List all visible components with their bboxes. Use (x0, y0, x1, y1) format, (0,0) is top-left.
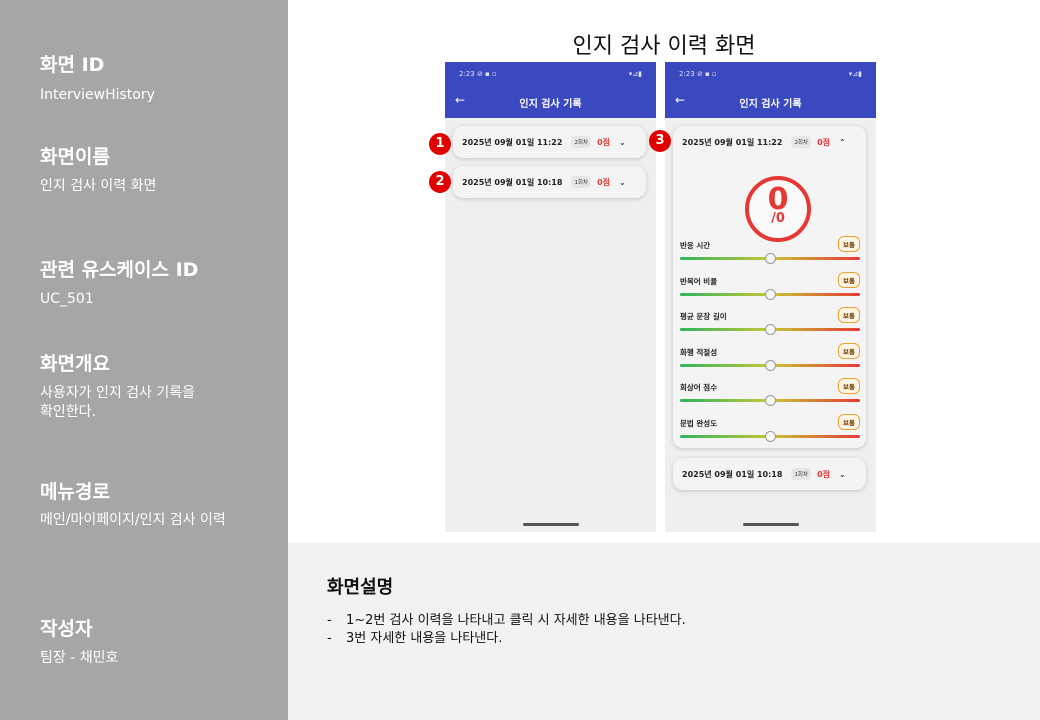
metric-label: 문법 완성도 (680, 419, 718, 428)
record-date: 2025년 09월 01일 10:18 (462, 177, 563, 187)
phone-screen-list: 2:23 ⊘ ▪ ▫ ▾⊿▮ ← 인지 검사 기록 2025년 09월 01일 … (445, 62, 656, 532)
overview-heading: 화면개요 (40, 353, 110, 375)
page-title: 인지 검사 이력 화면 (572, 34, 756, 59)
record-score: 0점 (817, 469, 830, 479)
record-score: 0점 (817, 137, 830, 147)
info-sidebar: 화면 ID InterviewHistory 화면이름 인지 검사 이력 화면 … (0, 0, 288, 720)
metric-level-tag: 보통 (838, 307, 860, 323)
record-count: 1회차 (791, 468, 812, 480)
chevron-down-icon[interactable]: ⌄ (619, 138, 626, 147)
phone-screen-detail: 2:23 ⊘ ▪ ▫ ▾⊿▮ ← 인지 검사 기록 2025년 09월 01일 … (665, 62, 876, 532)
status-time: 2:23 (459, 70, 475, 78)
metric-slider-thumb (765, 289, 776, 300)
author-heading: 작성자 (40, 618, 93, 640)
metric-slider-thumb (765, 431, 776, 442)
back-arrow-icon[interactable]: ← (675, 93, 685, 107)
metric-label: 화행 적절성 (680, 348, 718, 357)
record-card-2[interactable]: 2025년 09월 01일 10:18 1회차 0점 ⌄ (453, 166, 646, 198)
metric-slider-thumb (765, 395, 776, 406)
annotation-badge-1: 1 (429, 133, 451, 155)
metric-row: 반복어 비율 보통 (680, 272, 860, 308)
record-date: 2025년 09월 01일 10:18 (682, 469, 783, 479)
metric-label: 평균 문장 길이 (680, 312, 727, 321)
app-bar-title: 인지 검사 기록 (739, 98, 802, 110)
overview-line-1: 사용자가 인지 검사 기록을 (40, 385, 196, 401)
record-count: 1회차 (571, 176, 592, 188)
screen-id-value: InterviewHistory (40, 87, 155, 103)
metric-row: 문법 완성도 보통 (680, 414, 860, 450)
metric-label: 회상어 점수 (680, 383, 718, 392)
description-panel: 화면설명 -1~2번 검사 이력을 나타내고 클릭 시 자세한 내용을 나타낸다… (288, 543, 1040, 720)
description-item: -3번 자세한 내용을 나타낸다. (327, 631, 503, 646)
status-time: 2:23 (679, 70, 695, 78)
metric-row: 반응 시간 보통 (680, 236, 860, 272)
status-icons-left: ⊘ ▪ ▫ (476, 70, 497, 78)
description-list: -1~2번 검사 이력을 나타내고 클릭 시 자세한 내용을 나타낸다. -3번… (327, 612, 686, 648)
record-date: 2025년 09월 01일 11:22 (462, 137, 563, 147)
chevron-up-icon[interactable]: ⌃ (839, 138, 846, 147)
app-bar: ← 인지 검사 기록 (445, 86, 656, 118)
description-title: 화면설명 (327, 577, 394, 598)
metric-slider-thumb (765, 253, 776, 264)
metric-level-tag: 보통 (838, 272, 860, 288)
status-icons-right: ▾⊿▮ (848, 70, 862, 78)
home-indicator (523, 523, 579, 526)
record-count: 2회차 (571, 136, 592, 148)
metric-level-tag: 보통 (838, 343, 860, 359)
metric-row: 평균 문장 길이 보통 (680, 307, 860, 343)
metric-slider-thumb (765, 360, 776, 371)
metric-level-tag: 보통 (838, 414, 860, 430)
metric-row: 회상어 점수 보통 (680, 378, 860, 414)
metric-level-tag: 보통 (838, 236, 860, 252)
annotation-badge-2: 2 (429, 171, 451, 193)
screen-id-heading: 화면 ID (40, 54, 105, 76)
score-total: /0 (771, 211, 785, 226)
record-score: 0점 (597, 177, 610, 187)
annotation-badge-3: 3 (649, 130, 671, 152)
screen-name-heading: 화면이름 (40, 146, 110, 168)
record-score: 0점 (597, 137, 610, 147)
overview-line-2: 확인한다. (40, 404, 96, 420)
app-bar: ← 인지 검사 기록 (665, 86, 876, 118)
record-count: 2회차 (791, 136, 812, 148)
score-gauge: 0 /0 (745, 176, 811, 242)
record-card-2[interactable]: 2025년 09월 01일 10:18 1회차 0점 ⌄ (673, 458, 866, 490)
metric-row: 화행 적절성 보통 (680, 343, 860, 379)
usecase-value: UC_501 (40, 291, 94, 307)
record-card-1[interactable]: 2025년 09월 01일 11:22 2회차 0점 ⌄ (453, 126, 646, 158)
home-indicator (743, 523, 799, 526)
record-date: 2025년 09월 01일 11:22 (682, 137, 783, 147)
chevron-down-icon[interactable]: ⌄ (839, 470, 846, 479)
metric-label: 반복어 비율 (680, 277, 718, 286)
status-icons-right: ▾⊿▮ (628, 70, 642, 78)
usecase-heading: 관련 유스케이스 ID (40, 259, 199, 281)
author-value: 팀장 - 채민호 (40, 650, 119, 666)
menu-path-heading: 메뉴경로 (40, 481, 110, 503)
app-bar-title: 인지 검사 기록 (519, 98, 582, 110)
back-arrow-icon[interactable]: ← (455, 93, 465, 107)
status-bar: 2:23 ⊘ ▪ ▫ ▾⊿▮ (445, 62, 656, 86)
metric-slider-thumb (765, 324, 776, 335)
screen-name-value: 인지 검사 이력 화면 (40, 178, 157, 194)
record-card-expanded[interactable]: 2025년 09월 01일 11:22 2회차 0점 ⌃ 0 /0 반응 시간 … (673, 126, 866, 448)
chevron-down-icon[interactable]: ⌄ (619, 178, 626, 187)
description-item: -1~2번 검사 이력을 나타내고 클릭 시 자세한 내용을 나타낸다. (327, 613, 686, 628)
menu-path-value: 메인/마이페이지/인지 검사 이력 (40, 512, 226, 528)
metric-label: 반응 시간 (680, 241, 711, 250)
status-icons-left: ⊘ ▪ ▫ (696, 70, 717, 78)
status-bar: 2:23 ⊘ ▪ ▫ ▾⊿▮ (665, 62, 876, 86)
metric-level-tag: 보통 (838, 378, 860, 394)
